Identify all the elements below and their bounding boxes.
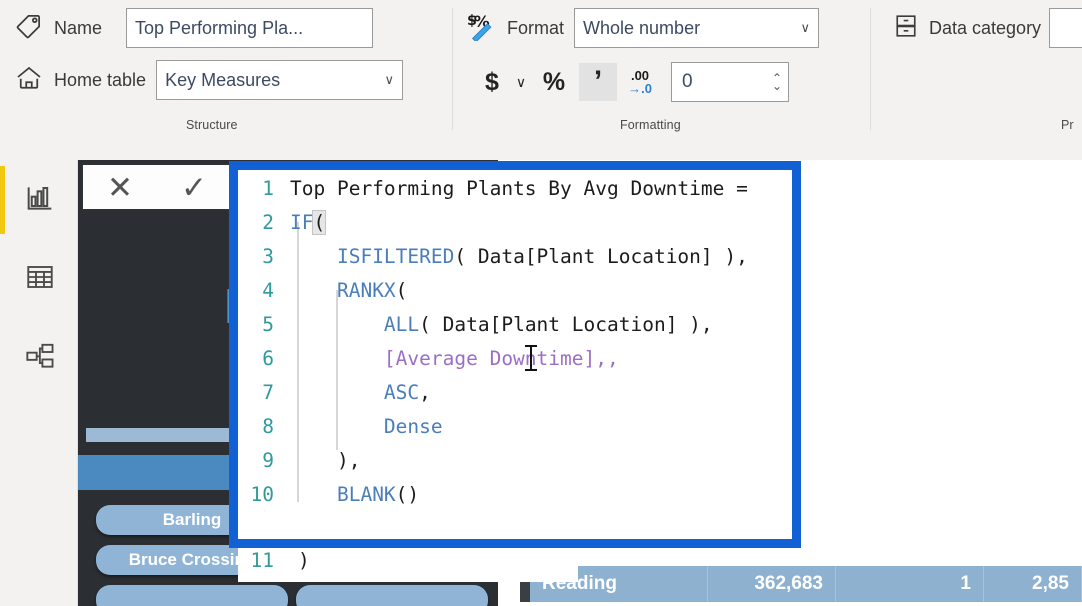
dax-code-line: ASC, [383, 381, 431, 404]
dax-code-line: ), [290, 449, 361, 472]
left-navigation-rail [0, 160, 78, 606]
currency-percent-pencil-icon: $ % [467, 11, 501, 46]
close-x-icon[interactable]: ✕ [107, 172, 133, 203]
chevron-down-icon: ∨ [800, 20, 811, 35]
dax-line-number: 9 [262, 449, 274, 472]
dax-code-line: BLANK() [336, 483, 420, 506]
data-category-label: Data category [929, 17, 1042, 38]
table-cell-value-2: 1 [836, 566, 984, 602]
currency-format-button[interactable]: $ [473, 63, 511, 101]
active-view-indicator [0, 166, 5, 234]
dax-code-line: [Average Downtime],, [383, 347, 619, 370]
decimal-places-stepper[interactable]: 0 ⌃ ⌄ [671, 62, 789, 102]
dax-code-line: ) [298, 549, 310, 572]
model-relationship-icon [24, 340, 56, 377]
bar-chart-icon [24, 182, 56, 219]
ribbon-group-structure: Name Top Performing Pla... Home table Ke… [0, 0, 452, 136]
home-icon [14, 63, 44, 98]
sidebar-item-report-view[interactable] [18, 178, 62, 222]
dax-line-number: 11 [250, 549, 274, 572]
sidebar-item-data-view[interactable] [18, 257, 62, 301]
plant-filter-button[interactable] [96, 585, 288, 606]
format-field-row: $ % Format Whole number ∨ [467, 8, 820, 48]
text-cursor [525, 345, 537, 371]
dax-line-number: 1 [262, 177, 274, 200]
data-category-select[interactable] [1049, 8, 1082, 48]
data-category-row: Data category [892, 8, 1082, 48]
checkmark-icon[interactable]: ✓ [181, 172, 207, 203]
name-label: Name [54, 17, 103, 38]
table-cell-value-1: 362,683 [708, 566, 836, 602]
ribbon: Name Top Performing Pla... Home table Ke… [0, 0, 1082, 160]
dax-code-line: Dense [383, 415, 443, 438]
stepper-down-icon[interactable]: ⌄ [772, 80, 782, 93]
group-label-formatting: Formatting [620, 118, 681, 132]
percent-format-button[interactable]: % [535, 63, 573, 101]
table-row[interactable]: Reading 362,683 1 2,85 [520, 566, 1082, 602]
home-table-value: Key Measures [165, 69, 281, 90]
dax-line-number: 6 [262, 347, 274, 370]
dax-line-number: 10 [250, 483, 274, 506]
dax-line-number: 7 [262, 381, 274, 404]
table-grid-icon [24, 261, 56, 298]
chevron-down-icon: ∨ [384, 72, 395, 87]
dax-formula-editor-highlight: 1 Top Performing Plants By Avg Downtime … [229, 161, 801, 548]
dax-code-line: IF( [290, 206, 327, 240]
home-table-row: Home table Key Measures ∨ [14, 60, 404, 100]
dax-line-number: 5 [262, 313, 274, 336]
name-field-row: Name Top Performing Pla... [14, 8, 374, 48]
thousands-separator-button[interactable]: ’ [579, 63, 617, 101]
dax-editor-overflow: 11 ) [238, 548, 578, 582]
dax-token-if: IF [290, 211, 314, 234]
table-cell-value-3: 2,85 [984, 566, 1082, 602]
decimal-places-value: 0 [682, 71, 693, 92]
group-label-structure: Structure [186, 118, 238, 132]
data-category-icon [892, 12, 920, 45]
decimal-arrow-glyph: →.0 [628, 81, 652, 96]
decrease-decimals-button[interactable]: .00 →.0 [621, 63, 659, 101]
format-label: Format [507, 17, 565, 38]
dax-code-line: Top Performing Plants By Avg Downtime = [290, 177, 748, 200]
currency-dropdown-icon[interactable]: ∨ [511, 63, 531, 101]
stepper-arrows[interactable]: ⌃ ⌄ [772, 71, 782, 93]
ribbon-group-formatting: $ % Format Whole number ∨ $ ∨ % ’ .00 →.… [453, 0, 870, 136]
ribbon-group-properties: Data category Pr [871, 0, 1082, 136]
plant-filter-button[interactable] [296, 585, 488, 606]
group-label-properties: Pr [1061, 118, 1074, 132]
format-select[interactable]: Whole number ∨ [574, 8, 820, 48]
dax-line-number: 3 [262, 245, 274, 268]
dax-line-number: 2 [262, 211, 274, 234]
dax-code-line: RANKX( [336, 279, 408, 302]
format-toolbar-row: $ ∨ % ’ .00 →.0 0 ⌃ ⌄ [473, 62, 789, 102]
format-value: Whole number [583, 17, 701, 38]
tag-icon [14, 11, 44, 46]
formula-commit-bar: ✕ ✓ [81, 163, 233, 211]
home-table-select[interactable]: Key Measures ∨ [156, 60, 404, 100]
dax-code-line: ALL( Data[Plant Location] ), [383, 313, 713, 336]
measure-name-input[interactable]: Top Performing Pla... [126, 8, 374, 48]
dax-code-line: ISFILTERED( Data[Plant Location] ), [336, 245, 748, 268]
dax-line-number: 8 [262, 415, 274, 438]
dax-formula-editor[interactable]: 1 Top Performing Plants By Avg Downtime … [238, 170, 792, 539]
sidebar-item-model-view[interactable] [18, 336, 62, 380]
ribbon-groups: Name Top Performing Pla... Home table Ke… [0, 0, 1082, 136]
dax-line-number: 4 [262, 279, 274, 302]
home-table-label: Home table [54, 69, 147, 90]
dax-token-open-paren: ( [312, 210, 327, 235]
